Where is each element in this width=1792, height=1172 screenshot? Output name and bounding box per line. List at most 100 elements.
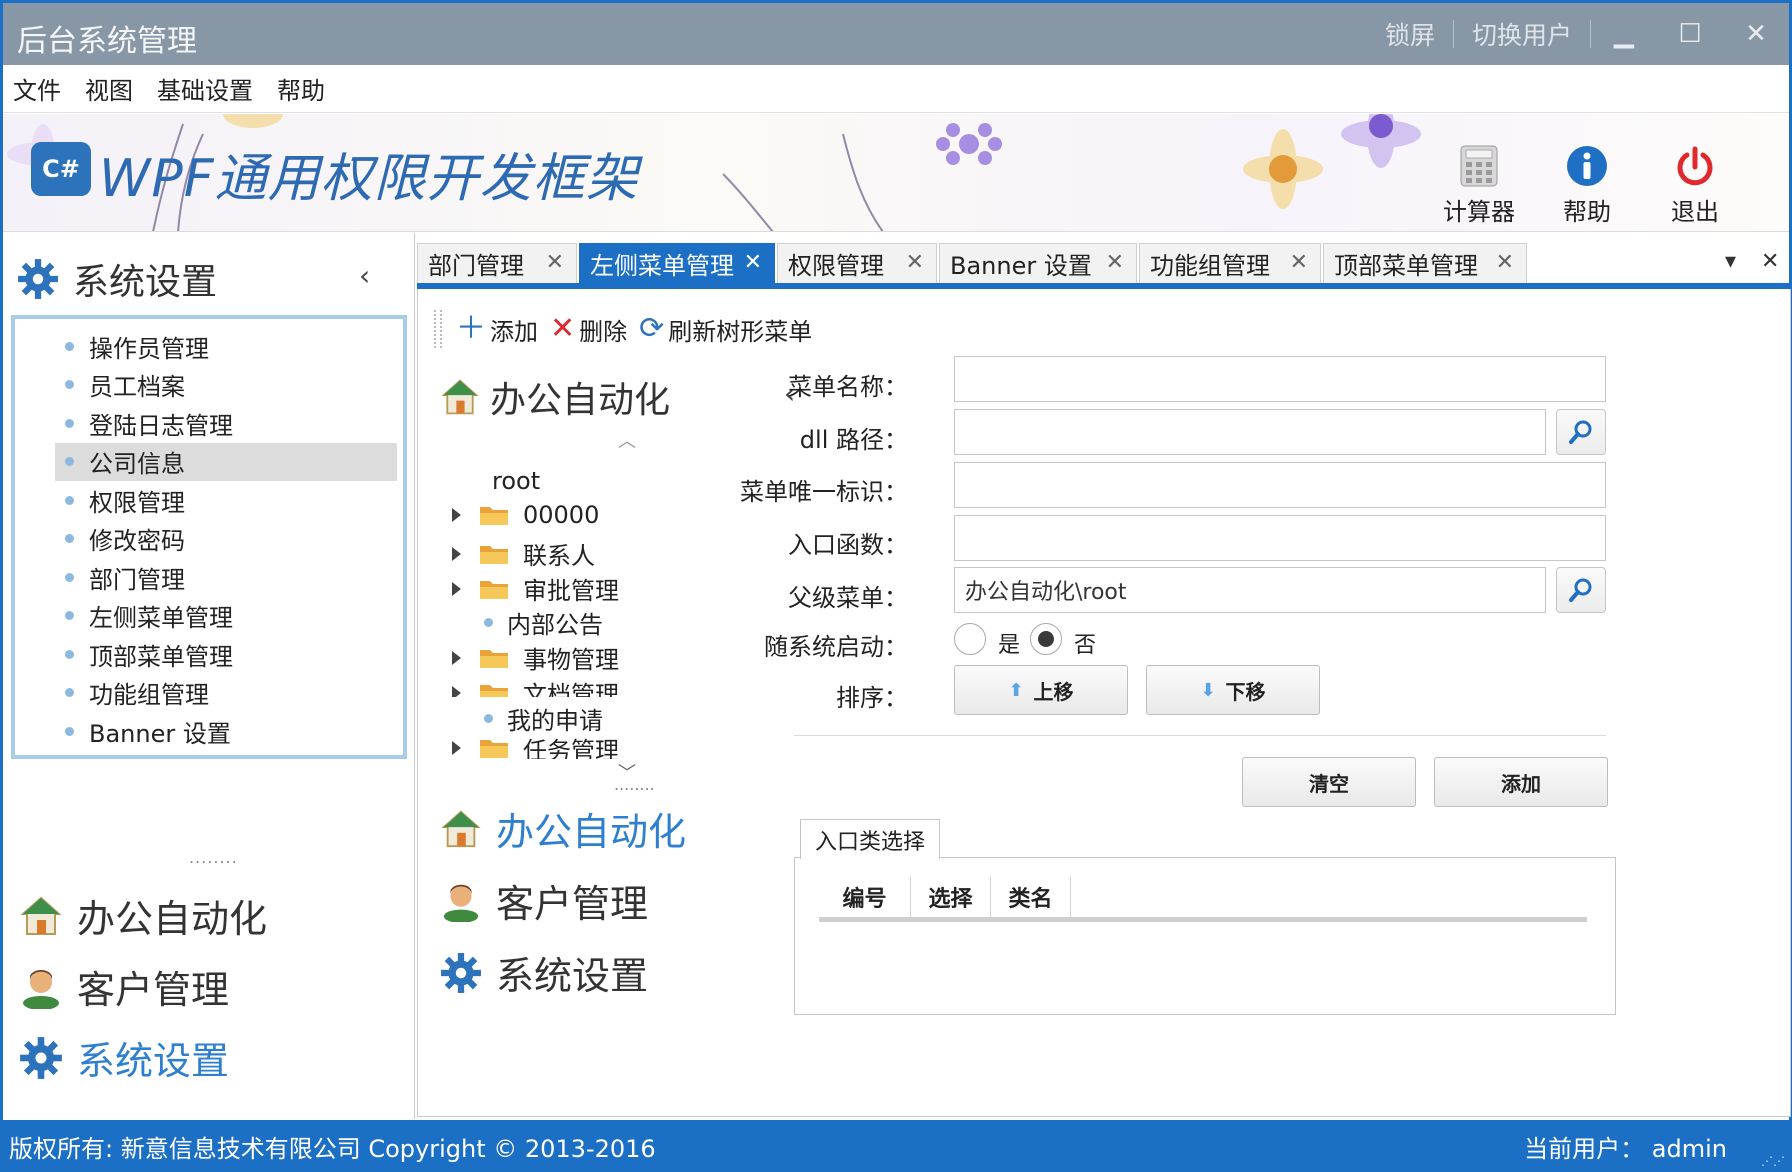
tab-function-group[interactable]: 功能组管理 ✕ [1139, 243, 1321, 283]
exit-button[interactable]: 退出 [1641, 144, 1749, 227]
clear-button[interactable]: 清空 [1242, 757, 1416, 807]
nav-item-label: 权限管理 [89, 488, 185, 517]
nav-splitter-grip[interactable]: ........ [189, 848, 238, 867]
nav-group-system[interactable]: 系统设置 [19, 1030, 229, 1085]
accordion-office[interactable]: 办公自动化 [440, 801, 686, 856]
dll-path-field[interactable] [954, 409, 1546, 455]
tab-close-icon[interactable]: ✕ [1106, 250, 1124, 275]
tab-list-dropdown-icon[interactable]: ▾ [1725, 249, 1736, 274]
select-parent-button[interactable] [1556, 567, 1606, 613]
nav-group-customer[interactable]: 客户管理 [19, 959, 229, 1014]
refresh-tree-button[interactable]: ⟳ 刷新树形菜单 [639, 312, 812, 347]
delete-button[interactable]: ✕ 删除 [550, 312, 627, 347]
move-down-button[interactable]: ⬇ 下移 [1146, 665, 1320, 715]
tab-permission[interactable]: 权限管理 ✕ [777, 243, 937, 283]
nav-group-office[interactable]: 办公自动化 [19, 888, 267, 943]
nav-item-label: 公司信息 [89, 450, 185, 479]
autostart-yes-radio[interactable] [954, 623, 986, 655]
nav-item-change-password[interactable]: 修改密码 [15, 520, 403, 559]
accordion-system[interactable]: 系统设置 [440, 945, 648, 1000]
tab-close-icon[interactable]: ✕ [1496, 250, 1514, 275]
entry-class-tab[interactable]: 入口类选择 [800, 819, 940, 859]
menu-name-field[interactable] [954, 356, 1606, 402]
menu-basic-settings[interactable]: 基础设置 [157, 71, 253, 106]
tree-node-root[interactable]: root [492, 467, 540, 495]
expand-arrow-icon[interactable] [452, 508, 461, 522]
expand-arrow-icon[interactable] [452, 741, 461, 755]
tab-close-icon[interactable]: ✕ [744, 250, 762, 275]
tree-node[interactable]: 任务管理 [452, 737, 619, 759]
expand-arrow-icon[interactable] [452, 581, 461, 596]
nav-item-function-group[interactable]: 功能组管理 [15, 674, 403, 713]
menu-help[interactable]: 帮助 [277, 71, 325, 106]
expand-arrow-icon[interactable] [452, 650, 461, 665]
nav-item-banner[interactable]: Banner 设置 [15, 712, 403, 751]
nav-item-permission[interactable]: 权限管理 [15, 481, 403, 520]
unique-id-field[interactable] [954, 462, 1606, 508]
resize-grip-icon[interactable]: ⋰⋰ [1761, 1154, 1785, 1168]
nav-item-login-log[interactable]: 登陆日志管理 [15, 404, 403, 443]
column-header-id[interactable]: 编号 [819, 876, 911, 918]
nav-item-left-menu[interactable]: 左侧菜单管理 [15, 597, 403, 636]
gear-icon [441, 952, 481, 993]
browse-dll-button[interactable] [1556, 409, 1606, 455]
minimize-button[interactable]: ▁ [1591, 3, 1657, 65]
parent-menu-field[interactable]: 办公自动化\root [954, 567, 1546, 613]
tree-splitter-grip[interactable]: ........ [614, 775, 655, 794]
maximize-button[interactable]: ☐ [1657, 3, 1723, 65]
folder-icon [480, 684, 508, 697]
nav-item-company-info[interactable]: 公司信息 [55, 442, 397, 481]
bullet [65, 418, 74, 428]
home-icon [20, 896, 62, 935]
tree-node[interactable]: 文档管理 [452, 675, 619, 697]
folder-icon [480, 740, 508, 758]
tab-label: 权限管理 [788, 252, 884, 280]
calculator-button[interactable]: 计算器 [1425, 144, 1533, 227]
tab-close-icon[interactable]: ✕ [546, 250, 564, 275]
nav-item-department[interactable]: 部门管理 [15, 558, 403, 597]
bullet [65, 572, 74, 582]
tab-left-menu[interactable]: 左侧菜单管理 ✕ [579, 243, 775, 283]
tab-banner[interactable]: Banner 设置 ✕ [939, 243, 1137, 283]
nav-item-employee[interactable]: 员工档案 [15, 366, 403, 405]
entry-func-field[interactable] [954, 515, 1606, 561]
menu-view[interactable]: 视图 [85, 71, 133, 106]
nav-collapse-button[interactable]: ‹ [359, 259, 370, 292]
help-button[interactable]: 帮助 [1533, 144, 1641, 227]
close-all-tabs-icon[interactable]: ✕ [1761, 249, 1779, 274]
help-label: 帮助 [1563, 198, 1611, 226]
lock-screen-link[interactable]: 锁屏 [1367, 16, 1453, 52]
toolbar-grip [434, 310, 442, 348]
tree-node[interactable]: 联系人 [452, 536, 595, 571]
bullet [65, 649, 74, 659]
move-up-button[interactable]: ⬆ 上移 [954, 665, 1128, 715]
close-window-button[interactable]: ✕ [1723, 3, 1789, 65]
tree-node[interactable]: 事物管理 [452, 640, 619, 675]
arrow-up-icon: ⬆ [1008, 679, 1024, 701]
tree-node[interactable]: 内部公告 [484, 605, 603, 640]
tab-top-menu[interactable]: 顶部菜单管理 ✕ [1323, 243, 1527, 283]
column-header-class-name[interactable]: 类名 [991, 876, 1071, 918]
autostart-no-radio[interactable] [1030, 623, 1062, 655]
tab-label: 左侧菜单管理 [590, 252, 734, 280]
expand-arrow-icon[interactable] [452, 546, 461, 561]
submit-add-button[interactable]: 添加 [1434, 757, 1608, 807]
tree-node[interactable]: 我的申请 [484, 701, 603, 736]
exit-label: 退出 [1671, 198, 1719, 226]
expand-arrow-icon[interactable] [452, 685, 461, 697]
tab-close-icon[interactable]: ✕ [1290, 250, 1308, 275]
switch-user-link[interactable]: 切换用户 [1454, 16, 1590, 52]
nav-item-label: 左侧菜单管理 [89, 604, 233, 633]
tab-department[interactable]: 部门管理 ✕ [417, 243, 577, 283]
tree-node[interactable]: 审批管理 [452, 571, 619, 606]
nav-item-top-menu[interactable]: 顶部菜单管理 [15, 635, 403, 674]
menu-file[interactable]: 文件 [13, 71, 61, 106]
column-header-select[interactable]: 选择 [911, 876, 991, 918]
add-button[interactable]: ＋添加 [456, 312, 538, 347]
accordion-customer[interactable]: 客户管理 [440, 873, 648, 928]
tab-close-icon[interactable]: ✕ [906, 250, 924, 275]
nav-item-operator[interactable]: 操作员管理 [15, 327, 403, 366]
banner: C# WPF通用权限开发框架 计算器 帮助 退出 [3, 114, 1789, 232]
tree-node[interactable]: 00000 [452, 501, 599, 529]
tree-scroll-up-icon[interactable]: ︿ [618, 427, 636, 453]
